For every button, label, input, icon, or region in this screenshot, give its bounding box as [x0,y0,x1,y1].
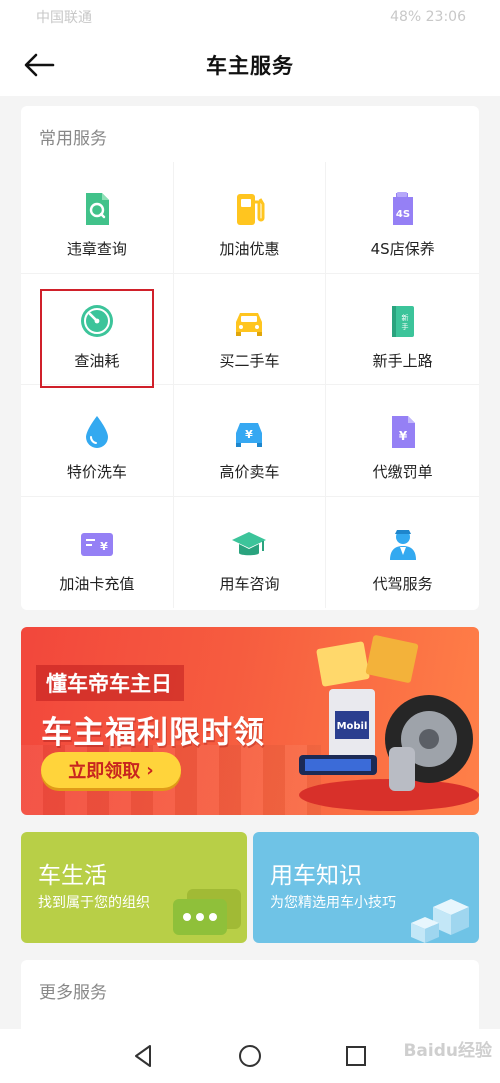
driver-icon [389,529,416,560]
maintenance-icon: 4S [392,192,413,225]
service-label: 高价卖车 [219,463,280,481]
service-label: 代缴罚单 [372,463,433,481]
novice-book-icon: 新 手 [391,305,414,337]
service-designated-driver[interactable]: 代驾服务 [326,497,479,609]
car-products-illustration: Mobil [299,635,479,811]
service-label: 买二手车 [219,351,280,370]
more-services-title: 更多服务 [39,983,107,1003]
svg-text:¥: ¥ [246,428,254,441]
car-life-subtitle: 找到属于您的组织 [38,895,150,911]
service-label: 用车咨询 [219,574,280,593]
common-services-title: 常用服务 [39,129,107,149]
carrier-text: 中国联通 [36,10,92,26]
graduation-cap-icon [232,531,267,555]
service-label: 特价洗车 [66,463,127,481]
svg-text:¥: ¥ [398,429,407,443]
service-label: 代驾服务 [372,574,433,593]
app-header: 车主服务 [0,34,500,96]
car-life-tile[interactable]: 车生活 找到属于您的组织 [21,832,247,943]
service-car-wash[interactable]: 特价洗车 [21,385,174,497]
service-label: 查油耗 [74,351,120,370]
fuel-card-icon: ¥ [80,532,113,556]
svg-text:新: 新 [401,313,408,322]
banner-headline: 车主福利限时领 [41,715,265,751]
cubes-icon [411,899,469,943]
car-knowledge-subtitle: 为您精选用车小技巧 [270,895,396,911]
service-violation-query[interactable]: 违章查询 [21,162,174,274]
service-label: 加油卡充值 [59,574,135,593]
page-title: 车主服务 [206,54,294,78]
service-label: 4S店保养 [370,240,435,258]
pay-fine-icon: ¥ [391,416,415,448]
fuel-pump-icon [237,194,265,225]
claim-now-label: 立即领取 [68,761,141,782]
chevron-right-icon: › [146,759,154,781]
more-services-card: 更多服务 [21,960,479,1030]
promo-banner[interactable]: 懂车帝车主日 车主福利限时领 立即领取 › Mobil [21,627,479,815]
service-pay-fine[interactable]: ¥ 代缴罚单 [326,385,479,497]
chat-bubble-icon [173,889,241,935]
service-label: 违章查询 [66,240,127,258]
svg-text:4S: 4S [396,209,410,220]
nav-home-icon[interactable] [237,1043,263,1069]
status-right-text: 48% 23:06 [390,9,466,25]
svg-text:手: 手 [401,322,408,331]
mobil-brand-text: Mobil [337,721,368,732]
sell-car-icon: ¥ [236,423,263,447]
services-grid: 违章查询 加油优惠 4S 4S店保养 查油耗 买二手车 新 手 新手上路 特价洗… [21,162,479,608]
service-fuel-card-topup[interactable]: ¥ 加油卡充值 [21,496,174,608]
service-buy-used-car[interactable]: 买二手车 [173,273,327,385]
baidu-watermark: Baidu经验 [403,1041,492,1061]
car-knowledge-tile[interactable]: 用车知识 为您精选用车小技巧 [253,832,479,943]
car-knowledge-title: 用车知识 [270,863,362,889]
service-fuel-discount[interactable]: 加油优惠 [173,162,327,274]
service-4s-maintenance[interactable]: 4S 4S店保养 [326,162,479,274]
service-sell-car[interactable]: ¥ 高价卖车 [173,385,327,497]
svg-text:¥: ¥ [100,540,108,553]
used-car-icon [236,312,263,336]
fuel-gauge-icon [80,304,113,337]
nav-recents-icon[interactable] [343,1043,369,1069]
banner-subtitle: 懂车帝车主日 [36,665,184,701]
status-bar: 中国联通 48% 23:06 [0,0,500,34]
service-car-consulting[interactable]: 用车咨询 [174,496,327,608]
violation-query-icon [85,193,109,225]
water-drop-icon [85,416,108,448]
service-fuel-consumption[interactable]: 查油耗 [21,273,174,385]
car-life-title: 车生活 [38,863,107,889]
service-label: 加油优惠 [219,240,280,258]
nav-back-icon[interactable] [131,1043,157,1069]
back-arrow-icon[interactable] [22,50,56,80]
service-label: 新手上路 [372,351,433,370]
claim-now-button[interactable]: 立即领取 › [41,752,181,788]
common-services-card: 常用服务 违章查询 加油优惠 4S 4S店保养 查油耗 买二手车 新 手 新手上… [21,106,479,610]
service-novice-driving[interactable]: 新 手 新手上路 [326,274,479,385]
